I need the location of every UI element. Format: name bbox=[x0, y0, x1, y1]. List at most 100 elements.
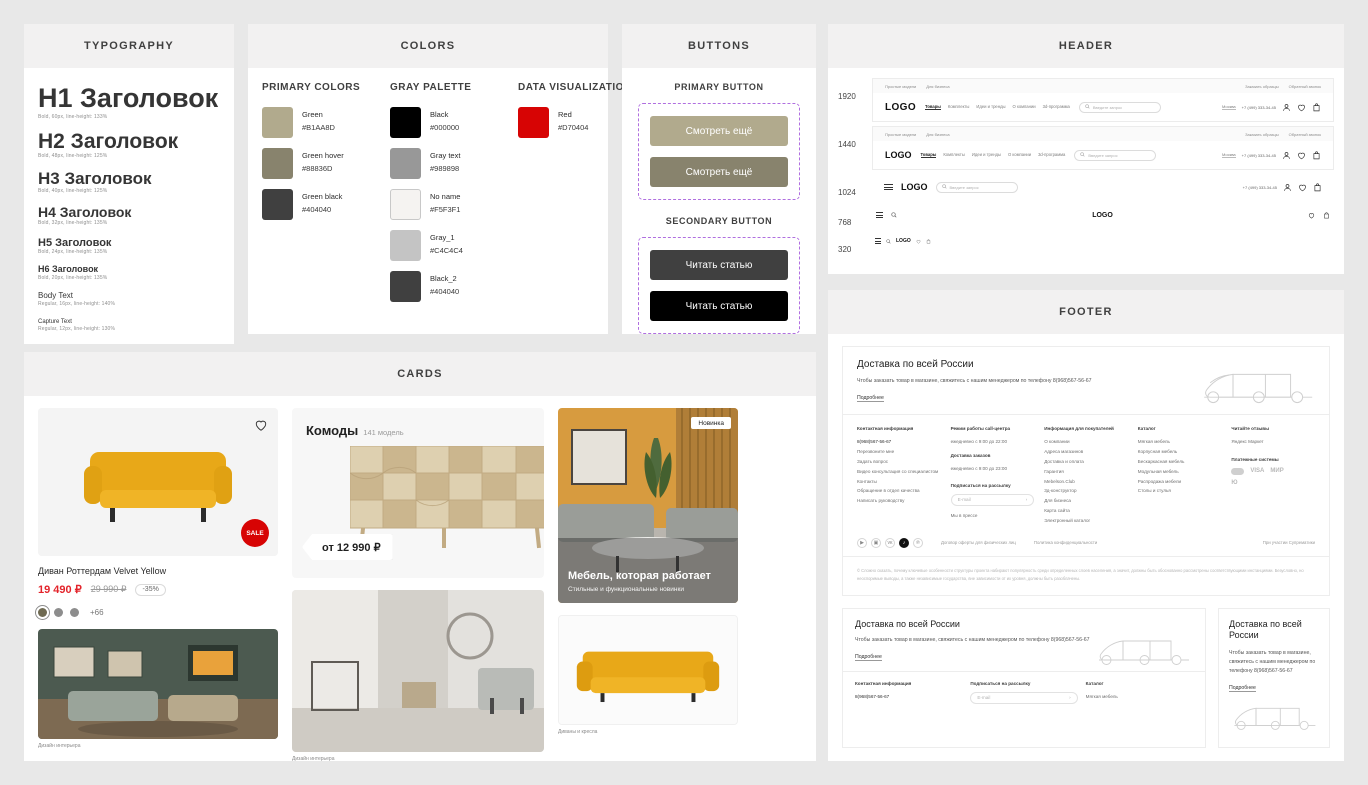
legal-link-privacy[interactable]: Политика конфиденциальности bbox=[1034, 540, 1097, 545]
topbar-link[interactable]: Простые модели bbox=[885, 132, 916, 137]
category-card[interactable]: Комоды 141 модель от 12 990 ₽ bbox=[292, 408, 544, 578]
heart-icon[interactable] bbox=[1298, 183, 1307, 192]
color-more-count[interactable]: +66 bbox=[90, 608, 104, 617]
product-card[interactable]: SALE Диван Роттердам Velvet Yellow 19 49… bbox=[38, 408, 278, 617]
youtube-icon[interactable]: ▶ bbox=[857, 537, 867, 548]
cart-icon[interactable] bbox=[926, 238, 931, 244]
footer-link[interactable]: Контакты bbox=[857, 477, 941, 487]
footer-link[interactable]: Адреса магазинов bbox=[1044, 447, 1128, 457]
delivery-more-link[interactable]: Подробнее bbox=[1229, 685, 1256, 693]
nav-item-goods[interactable]: Товары bbox=[920, 152, 937, 158]
footer-link[interactable]: Доставка и оплата bbox=[1044, 457, 1128, 467]
search-icon[interactable] bbox=[886, 238, 891, 244]
city-selector[interactable]: Москва bbox=[1221, 104, 1236, 110]
topbar-link[interactable]: Для бизнеса bbox=[926, 132, 949, 137]
footer-link[interactable]: Видео консультация со специалистом bbox=[857, 467, 941, 477]
nav-item-3d[interactable]: 3d-программа bbox=[1043, 104, 1070, 110]
footer-link[interactable]: Яндекс Маркет bbox=[1231, 437, 1315, 447]
logo[interactable]: LOGO bbox=[901, 182, 928, 192]
cart-icon[interactable] bbox=[1323, 211, 1330, 219]
topbar-link[interactable]: Для бизнеса bbox=[926, 84, 949, 89]
footer-link[interactable]: Написать руководству bbox=[857, 496, 941, 506]
nav-item-3d[interactable]: 3d-программа bbox=[1038, 152, 1065, 158]
promo-card[interactable]: Новинка Мебель, которая работает Стильны… bbox=[558, 408, 738, 603]
email-field[interactable]: E-mail › bbox=[970, 691, 1078, 704]
color-dot-selected[interactable] bbox=[38, 608, 47, 617]
cart-icon[interactable] bbox=[1313, 182, 1322, 192]
vk-icon[interactable]: ᴠᴋ bbox=[885, 537, 895, 548]
primary-button-hover[interactable]: Смотреть ещё bbox=[650, 157, 788, 187]
footer-link[interactable]: Модульная мебель bbox=[1138, 467, 1222, 477]
footer-link[interactable]: 3д-конструктор bbox=[1044, 486, 1128, 496]
submit-arrow-icon[interactable]: › bbox=[1069, 695, 1071, 700]
color-dot[interactable] bbox=[54, 608, 63, 617]
phone-number[interactable]: +7 (499) 333-34-45 bbox=[1243, 185, 1277, 190]
phone-number[interactable]: +7 (499) 333-34-45 bbox=[1242, 105, 1276, 110]
phone-number[interactable]: +7 (499) 333-34-45 bbox=[1242, 153, 1276, 158]
user-icon[interactable] bbox=[1282, 103, 1291, 112]
footer-link[interactable]: Mebelson.Club bbox=[1044, 477, 1128, 487]
search-input[interactable]: Введите запрос bbox=[935, 181, 1018, 193]
logo[interactable]: LOGO bbox=[885, 150, 912, 160]
nav-item-about[interactable]: О компании bbox=[1008, 152, 1031, 158]
heart-icon[interactable] bbox=[916, 239, 921, 244]
nav-item-goods[interactable]: Товары bbox=[925, 104, 941, 110]
search-icon[interactable] bbox=[891, 212, 897, 218]
footer-link[interactable]: Бескаркасная мебель bbox=[1138, 457, 1222, 467]
heart-icon[interactable] bbox=[1297, 151, 1306, 160]
footer-link[interactable]: Мы в прессе bbox=[951, 511, 1035, 521]
footer-link[interactable]: Электронный каталог bbox=[1044, 516, 1128, 526]
legal-link-credits[interactable]: При участии Супрематики bbox=[1263, 540, 1315, 545]
nav-item-sets[interactable]: Комплекты bbox=[948, 104, 970, 110]
cart-icon[interactable] bbox=[1312, 102, 1321, 112]
footer-link[interactable]: Распродажа мебели bbox=[1138, 477, 1222, 487]
footer-phone[interactable]: 8(968)567-56-67 bbox=[857, 437, 941, 447]
footer-link[interactable]: Корпусная мебель bbox=[1138, 447, 1222, 457]
menu-icon[interactable] bbox=[884, 184, 893, 190]
logo[interactable]: LOGO bbox=[1092, 212, 1113, 219]
nav-item-about[interactable]: О компании bbox=[1013, 104, 1036, 110]
topbar-link[interactable]: Простые модели bbox=[885, 84, 916, 89]
footer-link[interactable]: Обращение в отдел качества bbox=[857, 486, 941, 496]
footer-link[interactable]: О компании bbox=[1044, 437, 1128, 447]
user-icon[interactable] bbox=[1282, 151, 1291, 160]
menu-icon[interactable] bbox=[876, 212, 883, 218]
primary-button[interactable]: Смотреть ещё bbox=[650, 116, 788, 146]
nav-item-ideas[interactable]: Идеи и тренды bbox=[976, 104, 1005, 110]
topbar-link-callback[interactable]: Обратный звонок bbox=[1289, 132, 1321, 137]
topbar-link-callback[interactable]: Обратный звонок bbox=[1289, 84, 1321, 89]
nav-item-sets[interactable]: Комплекты bbox=[943, 152, 965, 158]
delivery-more-link[interactable]: Подробнее bbox=[855, 654, 882, 661]
submit-arrow-icon[interactable]: › bbox=[1026, 497, 1028, 502]
secondary-button[interactable]: Читать статью bbox=[650, 250, 788, 280]
logo[interactable]: LOGO bbox=[885, 102, 916, 113]
footer-link[interactable]: Перезвоните мне bbox=[857, 447, 941, 457]
room-card[interactable]: Дизайн интерьера bbox=[38, 629, 278, 749]
topbar-link-samples[interactable]: Заказать образцы bbox=[1245, 84, 1279, 89]
color-dot[interactable] bbox=[70, 608, 79, 617]
footer-link[interactable]: Мягкая мебель bbox=[1138, 437, 1222, 447]
interior-card[interactable]: Дизайн интерьера bbox=[292, 590, 544, 761]
menu-icon[interactable] bbox=[875, 238, 881, 244]
sofa-card[interactable]: Диваны и кресла bbox=[558, 615, 738, 735]
footer-link[interactable]: Столы и стулья bbox=[1138, 486, 1222, 496]
email-field[interactable]: E-mail › bbox=[950, 493, 1035, 506]
tiktok-icon[interactable]: ♪ bbox=[899, 537, 909, 548]
search-input[interactable]: Введите запрос bbox=[1078, 101, 1161, 113]
delivery-more-link[interactable]: Подробнее bbox=[857, 395, 884, 403]
heart-icon[interactable] bbox=[1297, 103, 1306, 112]
instagram-icon[interactable]: ▣ bbox=[871, 537, 881, 548]
footer-link[interactable]: Карта сайта bbox=[1044, 506, 1128, 516]
footer-link[interactable]: Для бизнеса bbox=[1044, 496, 1128, 506]
footer-link[interactable]: Гарантия bbox=[1044, 467, 1128, 477]
search-input[interactable]: Введите запрос bbox=[1074, 149, 1157, 161]
cart-icon[interactable] bbox=[1312, 150, 1321, 160]
pinterest-icon[interactable]: ℗ bbox=[913, 537, 923, 548]
heart-icon[interactable] bbox=[1308, 212, 1315, 219]
footer-phone[interactable]: 8(968)567-56-67 bbox=[855, 692, 962, 702]
favorite-icon[interactable] bbox=[254, 418, 268, 432]
footer-link[interactable]: Задать вопрос bbox=[857, 457, 941, 467]
footer-link[interactable]: Мягкая мебель bbox=[1086, 692, 1193, 702]
legal-link-offer[interactable]: Договор оферты для физических лиц bbox=[941, 540, 1016, 545]
nav-item-ideas[interactable]: Идеи и тренды bbox=[972, 152, 1001, 158]
